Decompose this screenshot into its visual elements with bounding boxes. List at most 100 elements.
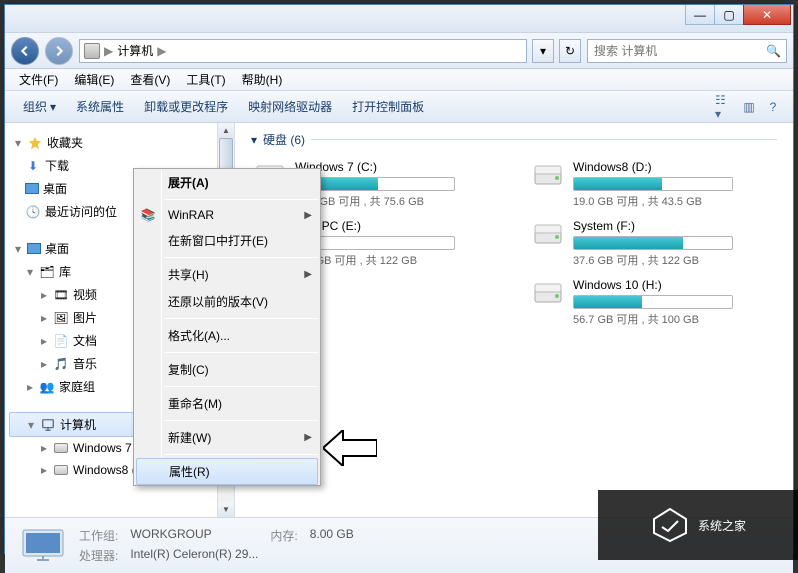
drive-free-text: 37.6 GB 可用 , 共 122 GB	[573, 252, 775, 268]
breadcrumb-computer[interactable]: 计算机	[117, 42, 153, 59]
context-menu: 展开(A) 📚WinRAR▶ 在新窗口中打开(E) 共享(H)▶ 还原以前的版本…	[133, 168, 321, 486]
drive-usage-bar	[573, 236, 733, 250]
help-button[interactable]: ?	[763, 97, 783, 117]
drive-usage-bar	[573, 177, 733, 191]
uninstall-button[interactable]: 卸载或更改程序	[134, 94, 238, 119]
menu-item-open-new-window[interactable]: 在新窗口中打开(E)	[134, 227, 320, 254]
minimize-button[interactable]: —	[685, 5, 715, 25]
collapse-icon: ▾	[25, 267, 35, 277]
submenu-icon: ▶	[304, 432, 312, 443]
preview-pane-button[interactable]: ▥	[739, 97, 759, 117]
desktop-icon	[27, 243, 41, 254]
drive-free-text: 36.4 GB 可用 , 共 75.6 GB	[295, 193, 497, 209]
watermark: 系统之家	[598, 490, 798, 560]
menu-file[interactable]: 文件(F)	[11, 68, 66, 91]
drive-icon	[531, 278, 565, 308]
drive-icon	[531, 219, 565, 249]
control-panel-button[interactable]: 打开控制面板	[342, 94, 434, 119]
videos-icon: 🎞	[53, 287, 69, 303]
refresh-icon: ↻	[565, 44, 575, 58]
menu-tools[interactable]: 工具(T)	[178, 68, 233, 91]
submenu-icon: ▶	[304, 269, 312, 280]
view-options-button[interactable]: ☷ ▾	[715, 97, 735, 117]
expand-icon: ▸	[39, 443, 49, 453]
drive-name: Thin PC (E:)	[295, 219, 497, 233]
collapse-icon: ▾	[13, 138, 23, 148]
section-header-drives[interactable]: ▾硬盘 (6)	[251, 131, 777, 148]
cpu-value: Intel(R) Celeron(R) 29...	[130, 547, 258, 564]
collapse-icon: ▾	[26, 420, 36, 430]
expand-icon: ▸	[39, 465, 49, 475]
drive-item[interactable]: Windows 10 (H:) 56.7 GB 可用 , 共 100 GB	[529, 276, 777, 329]
menu-item-properties[interactable]: 属性(R)	[136, 458, 318, 485]
menu-view[interactable]: 查看(V)	[122, 68, 178, 91]
refresh-button[interactable]: ↻	[559, 39, 581, 63]
search-box[interactable]: 🔍	[587, 39, 787, 63]
explorer-window: — ▢ ✕ ▶ 计算机 ▶ ▾ ↻ 🔍 文件(F) 编辑(E) 查看(V) 工具…	[4, 4, 794, 554]
expand-icon: ▸	[39, 359, 49, 369]
drive-usage-bar	[573, 295, 733, 309]
drive-free-text: 19.0 GB 可用 , 共 43.5 GB	[573, 193, 775, 209]
expand-icon: ▸	[25, 382, 35, 392]
memory-value: 8.00 GB	[310, 527, 354, 544]
desktop-icon	[25, 183, 39, 194]
back-button[interactable]	[11, 37, 39, 65]
annotation-arrow	[323, 430, 377, 466]
drive-item[interactable]: System (F:) 37.6 GB 可用 , 共 122 GB	[529, 217, 777, 270]
computer-icon	[84, 43, 100, 59]
system-properties-button[interactable]: 系统属性	[66, 94, 134, 119]
map-network-drive-button[interactable]: 映射网络驱动器	[238, 94, 342, 119]
libraries-icon: 🗂	[39, 264, 55, 280]
expand-icon: ▸	[39, 290, 49, 300]
drive-name: System (F:)	[573, 219, 775, 233]
status-properties: 工作组: WORKGROUP 内存: 8.00 GB 处理器: Intel(R) Ce…	[79, 527, 354, 564]
menu-item-copy[interactable]: 复制(C)	[134, 356, 320, 383]
address-dropdown[interactable]: ▾	[532, 39, 554, 63]
drive-name: Windows 7 (C:)	[295, 160, 497, 174]
winrar-icon: 📚	[140, 207, 156, 223]
collapse-icon: ▾	[251, 133, 257, 147]
drive-icon	[531, 160, 565, 190]
workgroup-value: WORKGROUP	[130, 527, 258, 544]
search-icon: 🔍	[766, 44, 780, 58]
cpu-label: 处理器:	[79, 547, 118, 564]
menu-item-format[interactable]: 格式化(A)...	[134, 322, 320, 349]
documents-icon: 📄	[53, 333, 69, 349]
menu-item-new[interactable]: 新建(W)▶	[134, 424, 320, 451]
drive-item[interactable]: Windows8 (D:) 19.0 GB 可用 , 共 43.5 GB	[529, 158, 777, 211]
scroll-down-button[interactable]: ▼	[218, 502, 234, 517]
drive-free-text: 56.7 GB 可用 , 共 100 GB	[573, 311, 775, 327]
scroll-up-button[interactable]: ▲	[218, 123, 234, 138]
maximize-button[interactable]: ▢	[714, 5, 744, 25]
music-icon: 🎵	[53, 356, 69, 372]
chevron-down-icon: ▾	[50, 100, 56, 114]
menu-help[interactable]: 帮助(H)	[234, 68, 291, 91]
workgroup-label: 工作组:	[79, 527, 118, 544]
address-bar[interactable]: ▶ 计算机 ▶	[79, 39, 527, 63]
homegroup-icon: 👥	[39, 379, 55, 395]
menu-item-share[interactable]: 共享(H)▶	[134, 261, 320, 288]
body: ▾收藏夹 ⬇下载 桌面 🕓最近访问的位 ▾桌面 ▾🗂库 ▸🎞视频 ▸🖼图片 ▸📄…	[5, 123, 793, 517]
navigation-bar: ▶ 计算机 ▶ ▾ ↻ 🔍	[5, 33, 793, 69]
drive-icon	[53, 462, 69, 478]
window-controls: — ▢ ✕	[686, 5, 791, 25]
collapse-icon: ▾	[13, 244, 23, 254]
memory-label: 内存:	[270, 527, 297, 544]
menu-item-winrar[interactable]: 📚WinRAR▶	[134, 203, 320, 227]
nav-favorites[interactable]: ▾收藏夹	[9, 131, 230, 154]
menu-item-expand[interactable]: 展开(A)	[134, 169, 320, 196]
close-button[interactable]: ✕	[743, 5, 791, 25]
organize-button[interactable]: 组织 ▾	[13, 94, 66, 119]
search-input[interactable]	[594, 44, 766, 58]
downloads-icon: ⬇	[25, 158, 41, 174]
menu-item-restore-previous[interactable]: 还原以前的版本(V)	[134, 288, 320, 315]
drive-free-text: 117 GB 可用 , 共 122 GB	[295, 252, 497, 268]
forward-button[interactable]	[45, 37, 73, 65]
titlebar[interactable]: — ▢ ✕	[5, 5, 793, 33]
toolbar: 组织 ▾ 系统属性 卸载或更改程序 映射网络驱动器 打开控制面板 ☷ ▾ ▥ ?	[5, 91, 793, 123]
recent-icon: 🕓	[25, 204, 41, 220]
expand-icon: ▸	[39, 336, 49, 346]
computer-icon	[40, 417, 56, 433]
menu-item-rename[interactable]: 重命名(M)	[134, 390, 320, 417]
menu-edit[interactable]: 编辑(E)	[66, 68, 122, 91]
